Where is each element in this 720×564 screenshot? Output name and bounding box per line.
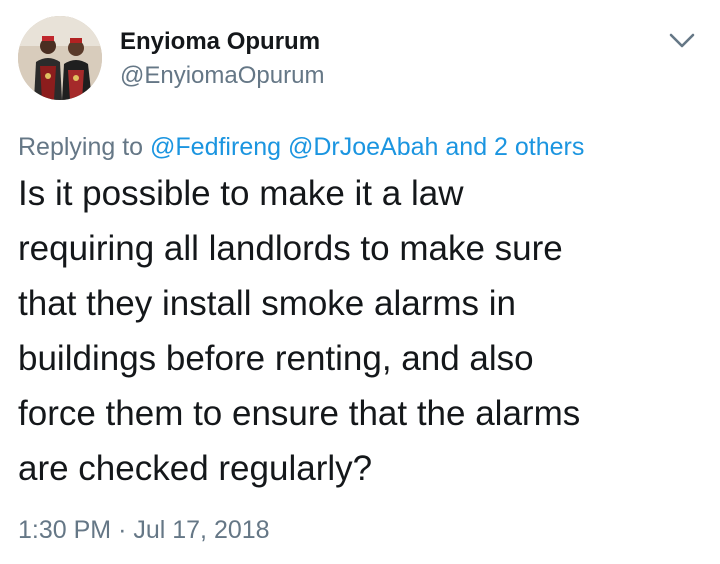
tweet-card: Enyioma Opurum @EnyiomaOpurum Replying t…: [0, 0, 720, 564]
profile-photo-icon: [18, 16, 102, 100]
reply-prefix: Replying to: [18, 133, 144, 161]
timestamp-separator: ·: [118, 516, 127, 544]
chevron-down-icon[interactable]: [664, 28, 700, 54]
tweet-time: 1:30 PM: [18, 516, 112, 544]
reply-context: Replying to @Fedfireng @DrJoeAbah and 2 …: [18, 132, 584, 162]
tweet-text: Is it possible to make it a law requirin…: [18, 166, 708, 496]
tweet-text-line: are checked regularly?: [18, 449, 373, 488]
user-handle[interactable]: @EnyiomaOpurum: [120, 62, 324, 90]
tweet-text-line: buildings before renting, and also: [18, 339, 534, 378]
tweet-text-line: force them to ensure that the alarms: [18, 394, 581, 433]
tweet-text-line: that they install smoke alarms in: [18, 284, 516, 323]
display-name[interactable]: Enyioma Opurum: [120, 28, 320, 56]
mention-link[interactable]: @DrJoeAbah: [288, 133, 438, 161]
avatar[interactable]: [18, 16, 102, 100]
mention-link[interactable]: @Fedfireng: [150, 133, 281, 161]
timestamp[interactable]: 1:30 PM · Jul 17, 2018: [18, 515, 270, 545]
others-link[interactable]: and 2 others: [445, 133, 584, 161]
tweet-text-line: requiring all landlords to make sure: [18, 229, 563, 268]
tweet-date: Jul 17, 2018: [133, 516, 270, 544]
tweet-text-line: Is it possible to make it a law: [18, 174, 464, 213]
